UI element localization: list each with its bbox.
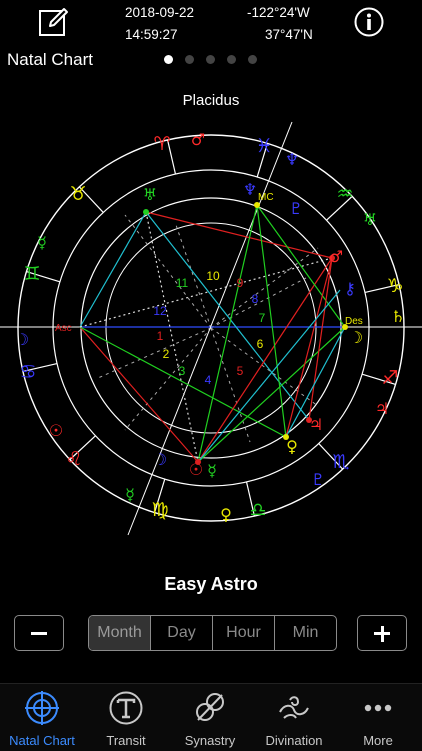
house-number-7: 7 [259, 311, 266, 325]
latitude-text: 37°47'N [265, 27, 313, 42]
tab-divination[interactable]: Divination [252, 684, 336, 751]
decrement-button[interactable] [14, 615, 64, 651]
page-dot-active [164, 55, 173, 64]
sagittarius-icon: ♐ [381, 367, 398, 389]
midheaven-label: MC [258, 192, 274, 203]
page-dot [185, 55, 194, 64]
jupiter-icon: ♃ [309, 415, 323, 434]
mercury-outer-icon: ☿ [37, 233, 47, 252]
house-numbers: 1 2 3 4 5 6 7 8 9 10 11 12 [153, 269, 265, 387]
tab-label: Synastry [184, 733, 236, 748]
date-text: 2018-09-22 [125, 5, 195, 20]
unit-month[interactable]: Month [89, 616, 150, 650]
neptune-mc-icon: ♆ [243, 180, 257, 199]
leo-icon: ♌ [65, 448, 82, 470]
ascendant-label: Asc [55, 323, 72, 334]
mars-icon: ♂ [191, 130, 205, 149]
pluto-icon: ♇ [289, 199, 303, 218]
page-dot [248, 55, 257, 64]
unit-min[interactable]: Min [274, 616, 336, 650]
house-number-6: 6 [257, 337, 264, 351]
tab-label: Natal Chart [9, 733, 75, 748]
natal-chart-wheel[interactable]: 1 2 3 4 5 6 7 8 9 10 11 12 Asc MC Des ♉ … [0, 110, 422, 550]
longitude-text: -122°24'W [247, 5, 310, 20]
taurus-icon: ♉ [69, 183, 86, 205]
unit-day[interactable]: Day [150, 616, 212, 650]
page-title: Natal Chart [7, 50, 93, 69]
minus-icon [31, 632, 47, 635]
divination-icon [279, 696, 309, 719]
saturn-icon: ♄ [391, 307, 405, 326]
unit-hour[interactable]: Hour [212, 616, 274, 650]
house-number-8: 8 [252, 292, 259, 306]
house-system-label: Placidus [182, 92, 240, 109]
transit-icon [109, 691, 143, 725]
tab-label: Transit [106, 733, 146, 748]
venus-icon: ♀ [220, 505, 232, 524]
top-bar: 2018-09-22 14:59:27 -122°24'W 37°47'N Na… [0, 0, 422, 80]
scorpio-icon: ♏ [332, 451, 349, 473]
virgo-icon: ♍ [151, 499, 168, 521]
tab-natal-chart[interactable]: Natal Chart [0, 684, 84, 751]
tab-more[interactable]: More [336, 684, 420, 751]
uranus-icon: ♅ [143, 185, 157, 204]
chiron-icon: ⚷ [344, 279, 356, 298]
page-dot [206, 55, 215, 64]
moon-outer-icon: ☽ [15, 330, 29, 349]
house-number-12: 12 [153, 304, 167, 318]
sun-icon: ☉ [189, 460, 203, 479]
more-icon [364, 704, 392, 712]
sun-outer-icon: ☉ [49, 421, 63, 440]
libra-icon: ♎ [249, 499, 266, 521]
plus-icon [380, 625, 384, 642]
app-name: Easy Astro [164, 574, 258, 594]
jupiter-outer-icon: ♃ [375, 399, 389, 418]
gemini-icon: ♊ [23, 263, 40, 285]
mars-inner-icon: ♂ [329, 247, 343, 266]
capricorn-icon: ♑ [386, 275, 403, 297]
aquarius-icon: ♒ [336, 183, 353, 205]
tab-label: Divination [265, 733, 323, 748]
tab-label: More [363, 733, 393, 748]
synastry-icon [196, 693, 224, 721]
descendant-label: Des [345, 316, 363, 327]
uranus-glyph-icon: ♅ [363, 210, 377, 229]
house-number-10: 10 [206, 269, 220, 283]
house-number-5: 5 [237, 364, 244, 378]
house-number-9: 9 [237, 276, 244, 290]
tab-synastry[interactable]: Synastry [168, 684, 252, 751]
angle-labels: Asc MC Des [55, 192, 363, 334]
info-icon[interactable] [353, 6, 385, 38]
mercury-low-icon: ☿ [125, 485, 135, 504]
time-text: 14:59:27 [125, 27, 178, 42]
increment-button[interactable] [357, 615, 407, 651]
cancer-icon: ♋ [19, 361, 36, 383]
moon-node-icon: ☽ [349, 328, 363, 347]
house-number-4: 4 [205, 373, 212, 387]
house-number-11: 11 [176, 276, 189, 290]
pluto-outer-icon: ♇ [311, 470, 325, 489]
aspect-lines [79, 204, 346, 463]
moon-icon: ☽ [153, 450, 167, 469]
crosshair-icon [25, 691, 59, 725]
page-dot [227, 55, 236, 64]
tab-transit[interactable]: Transit [84, 684, 168, 751]
house-number-3: 3 [179, 364, 186, 378]
house-number-1: 1 [157, 329, 164, 343]
neptune-icon: ♆ [285, 150, 299, 169]
aries-icon: ♈ [153, 133, 170, 155]
pisces-icon: ♓ [255, 135, 272, 157]
venus-inner-icon: ♀ [286, 437, 298, 456]
house-number-2: 2 [163, 347, 170, 361]
mercury-icon: ☿ [207, 461, 217, 480]
edit-icon[interactable] [38, 6, 70, 38]
time-unit-selector[interactable]: Month Day Hour Min [88, 615, 337, 651]
tab-bar: Natal Chart Transit Synastry Divination … [0, 683, 422, 751]
